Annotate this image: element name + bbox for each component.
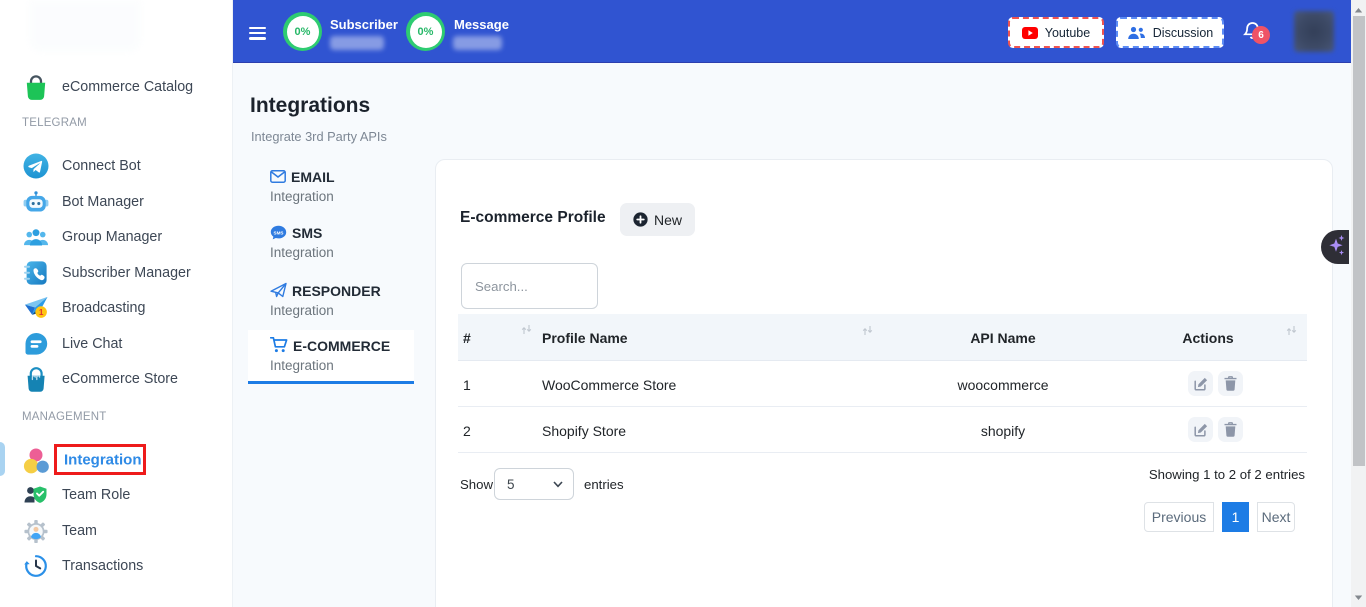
svg-text:SMS: SMS — [274, 230, 284, 235]
svg-text:1: 1 — [39, 308, 44, 317]
